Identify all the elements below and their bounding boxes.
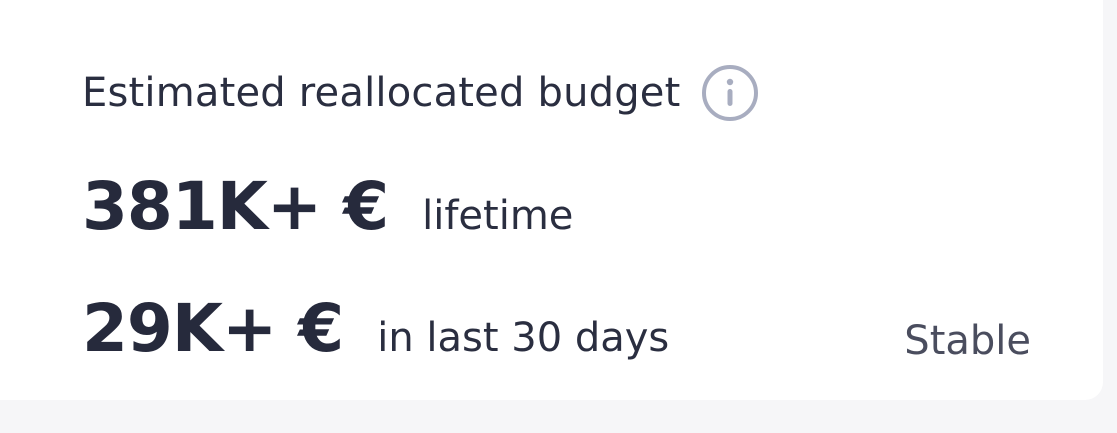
info-icon[interactable] bbox=[701, 64, 759, 122]
trend-status: Stable bbox=[904, 318, 1031, 364]
card-title: Estimated reallocated budget bbox=[82, 70, 681, 116]
recent-label: in last 30 days bbox=[377, 315, 670, 361]
reallocated-budget-card: Estimated reallocated budget 381K+ € lif… bbox=[0, 0, 1103, 400]
lifetime-label: lifetime bbox=[422, 193, 574, 239]
recent-budget-row: 29K+ € in last 30 days bbox=[82, 290, 669, 367]
card-header: Estimated reallocated budget bbox=[82, 64, 759, 122]
lifetime-budget-row: 381K+ € lifetime bbox=[82, 168, 573, 245]
lifetime-amount: 381K+ € bbox=[82, 168, 389, 245]
recent-amount: 29K+ € bbox=[82, 290, 344, 367]
